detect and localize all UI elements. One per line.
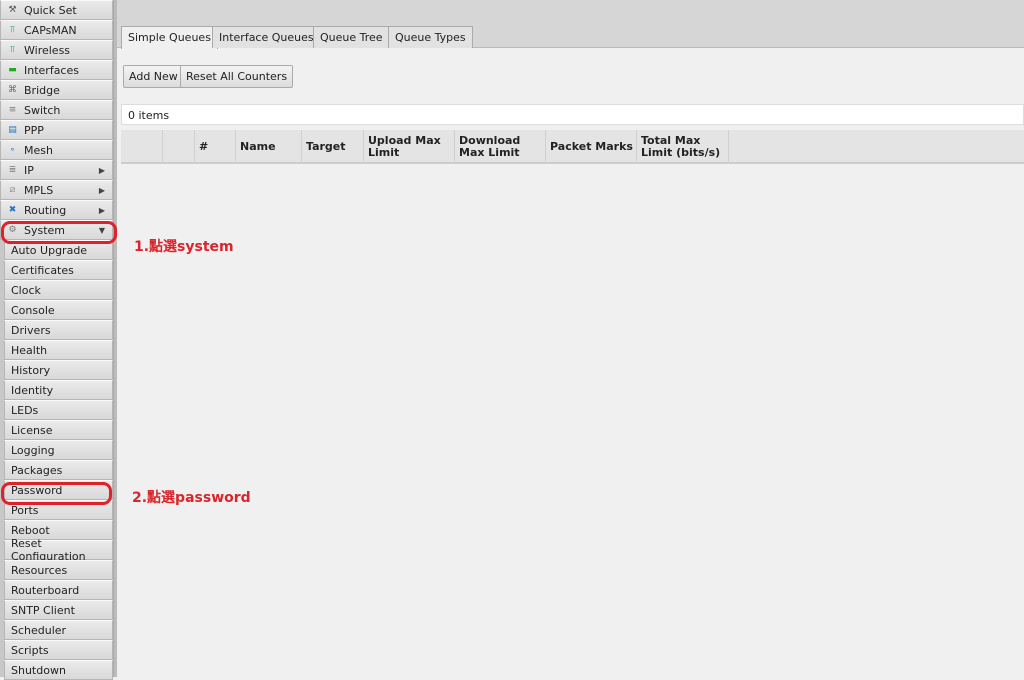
sidebar-subitem-history[interactable]: History [4, 360, 113, 380]
sidebar-scrollbar[interactable] [114, 0, 117, 677]
sidebar-item-mpls[interactable]: ⧄ MPLS ▶ [0, 180, 113, 200]
sidebar-item-ip[interactable]: ≣ IP ▶ [0, 160, 113, 180]
column-header-blank-0[interactable] [121, 130, 163, 164]
sidebar-item-ppp[interactable]: ▤ PPP [0, 120, 113, 140]
sidebar-subitem-health[interactable]: Health [4, 340, 113, 360]
tab-simple-queues[interactable]: Simple Queues [121, 26, 218, 49]
sidebar-item-label: PPP [24, 123, 44, 137]
sidebar-subitem-scripts[interactable]: Scripts [4, 640, 113, 660]
switch-icon: ≡ [8, 104, 17, 115]
chevron-right-icon: ▶ [98, 205, 105, 215]
sidebar-item-switch[interactable]: ≡ Switch [0, 100, 113, 120]
sidebar-subitem-console[interactable]: Console [4, 300, 113, 320]
sidebar-item-label: IP [24, 163, 34, 177]
sidebar-subitem-resources[interactable]: Resources [4, 560, 113, 580]
sidebar-subitem-reset-configuration[interactable]: Reset Configuration [4, 537, 113, 563]
sidebar-subitem-identity[interactable]: Identity [4, 380, 113, 400]
sidebar-item-label: Switch [24, 103, 61, 117]
column-header-total-max-limit-bits-s-[interactable]: Total Max Limit (bits/s) [637, 130, 729, 164]
bridge-icon: ⌘ [8, 84, 17, 95]
sidebar-item-label: Wireless [24, 43, 71, 57]
highlight-system [1, 221, 117, 244]
sidebar-subitem-routerboard[interactable]: Routerboard [4, 580, 113, 600]
mesh-icon: ∘ [9, 144, 16, 155]
sidebar-item-interfaces[interactable]: ▬ Interfaces [0, 60, 113, 80]
sidebar-subitem-scheduler[interactable]: Scheduler [4, 620, 113, 640]
tab-queue-types[interactable]: Queue Types [388, 26, 473, 48]
item-count: 0 items [121, 104, 1024, 125]
column-header-name[interactable]: Name [236, 130, 302, 164]
sidebar-subitem-logging[interactable]: Logging [4, 440, 113, 460]
routing-icon: ✖ [8, 204, 17, 215]
sidebar-subitem-clock[interactable]: Clock [4, 280, 113, 300]
sidebar-item-label: Quick Set [24, 3, 77, 17]
sidebar-menu: ⚒ Quick Set ⫪ CAPsMAN ⫪ Wireless ▬ Interfaces ⌘ B… [0, 0, 114, 680]
sidebar-subitem-license[interactable]: License [4, 420, 113, 440]
column-header-download-max-limit[interactable]: Download Max Limit [455, 130, 546, 164]
sidebar-item-routing[interactable]: ✖ Routing ▶ [0, 200, 113, 220]
sidebar-item-capsman[interactable]: ⫪ CAPsMAN [0, 20, 113, 40]
sidebar-item-label: Routing [24, 203, 67, 217]
sidebar-item-label: Mesh [24, 143, 53, 157]
annotation-step2: 2.點選password [132, 490, 251, 506]
sidebar-subitem-leds[interactable]: LEDs [4, 400, 113, 420]
sidebar-item-label: Interfaces [24, 63, 79, 77]
sidebar-subitem-certificates[interactable]: Certificates [4, 260, 113, 280]
column-header-packet-marks[interactable]: Packet Marks [546, 130, 637, 164]
highlight-password [1, 482, 112, 505]
ip-icon: ≣ [8, 164, 17, 175]
mpls-icon: ⧄ [9, 184, 16, 195]
column-header-blank-1[interactable] [163, 130, 195, 164]
sidebar-item-wireless[interactable]: ⫪ Wireless [0, 40, 113, 60]
antenna-icon: ⫪ [9, 44, 16, 55]
column-header--[interactable]: # [195, 130, 236, 164]
quick-set-icon: ⚒ [8, 4, 17, 15]
sidebar-subitem-drivers[interactable]: Drivers [4, 320, 113, 340]
column-header-target[interactable]: Target [302, 130, 364, 164]
sidebar-item-quick-set[interactable]: ⚒ Quick Set [0, 0, 113, 20]
chevron-right-icon: ▶ [98, 165, 105, 175]
chevron-right-icon: ▶ [98, 185, 105, 195]
add-new-button[interactable]: Add New [123, 65, 184, 88]
tab-queue-tree[interactable]: Queue Tree [313, 26, 390, 48]
antenna-icon: ⫪ [9, 24, 16, 35]
sidebar-item-label: CAPsMAN [24, 23, 77, 37]
table-header: # Name Target Upload Max Limit Download Max … [121, 130, 1024, 164]
sidebar-item-bridge[interactable]: ⌘ Bridge [0, 80, 113, 100]
ppp-icon: ▤ [8, 124, 17, 135]
sidebar-subitem-sntp-client[interactable]: SNTP Client [4, 600, 113, 620]
reset-all-counters-button[interactable]: Reset All Counters [180, 65, 294, 88]
sidebar-item-label: Bridge [24, 83, 60, 97]
sidebar-item-mesh[interactable]: ∘ Mesh [0, 140, 113, 160]
interfaces-icon: ▬ [8, 64, 17, 75]
sidebar-item-label: MPLS [24, 183, 54, 197]
tab-bar: Simple Queues Interface Queues Queue Tre… [117, 0, 1024, 49]
annotation-step1: 1.點選system [134, 239, 234, 255]
column-header-upload-max-limit[interactable]: Upload Max Limit [364, 130, 455, 164]
sidebar-subitem-packages[interactable]: Packages [4, 460, 113, 480]
tab-interface-queues[interactable]: Interface Queues [212, 26, 321, 48]
sidebar-subitem-shutdown[interactable]: Shutdown [4, 660, 113, 680]
